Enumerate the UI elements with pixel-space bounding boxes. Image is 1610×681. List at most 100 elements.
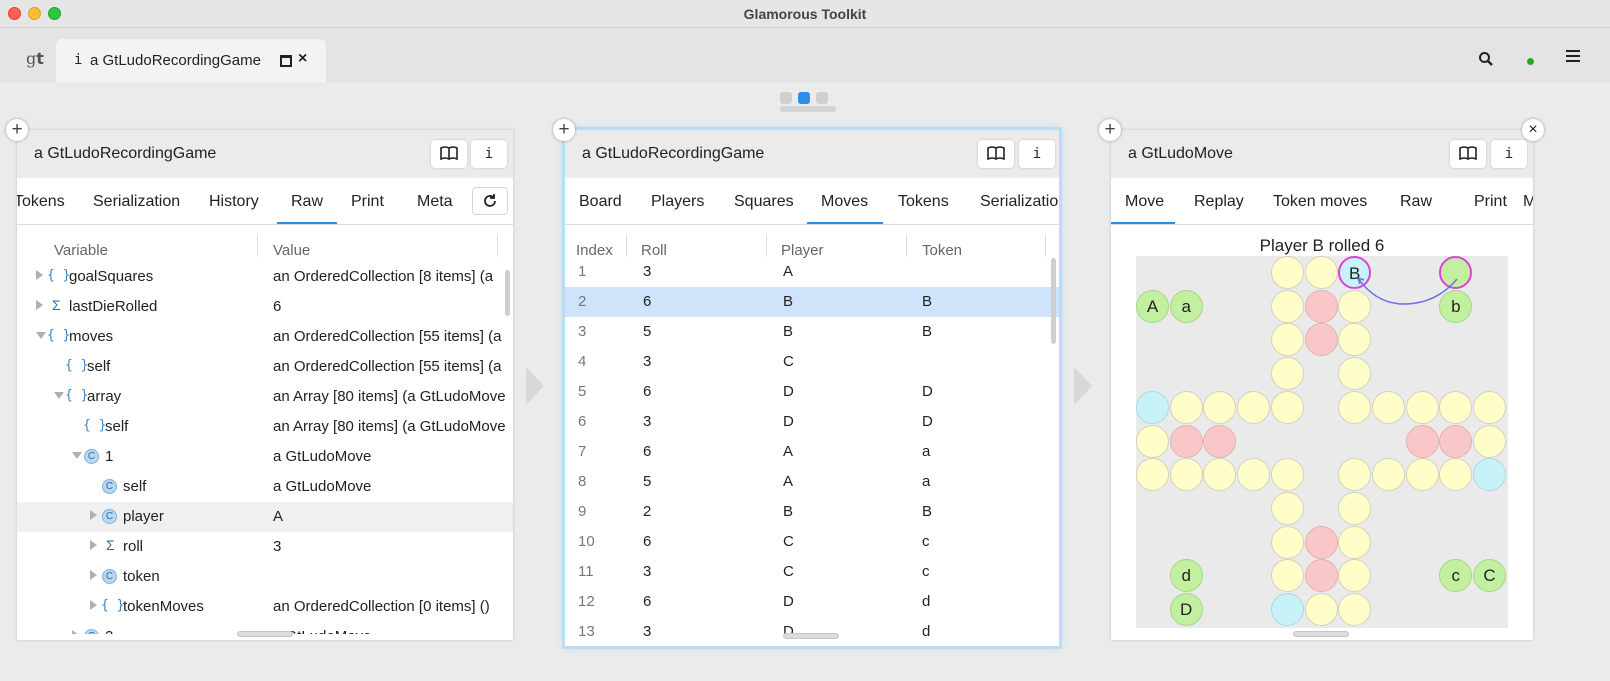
table-row[interactable]: 6 3 D D — [565, 407, 1059, 437]
table-row[interactable]: 3 5 B B — [565, 317, 1059, 347]
expand-icon[interactable] — [90, 600, 97, 610]
tree-row[interactable]: Ctoken — [17, 562, 513, 592]
horizontal-scrollbar[interactable] — [783, 633, 839, 639]
table-row[interactable]: 1 3 A — [565, 257, 1059, 287]
horizontal-scrollbar[interactable] — [237, 631, 293, 637]
column-separator[interactable] — [257, 235, 258, 257]
board-square — [1270, 593, 1304, 626]
collapse-icon[interactable] — [36, 332, 46, 339]
book-icon[interactable] — [978, 140, 1014, 168]
tab-print[interactable]: Print — [1474, 193, 1507, 211]
add-pane-button[interactable]: + — [1099, 119, 1121, 141]
table-row[interactable]: 11 3 Cc — [565, 557, 1059, 587]
add-pane-button[interactable]: + — [6, 119, 28, 141]
move-player: A — [783, 263, 794, 280]
column-separator[interactable] — [1045, 235, 1046, 257]
tab-move[interactable]: Move — [1125, 193, 1164, 211]
table-row[interactable]: 12 6 Dd — [565, 587, 1059, 617]
vertical-scrollbar[interactable] — [1051, 258, 1056, 344]
pager-dot[interactable] — [780, 92, 792, 104]
column-separator[interactable] — [906, 235, 907, 257]
column-separator[interactable] — [497, 235, 498, 257]
horizontal-scrollbar[interactable] — [1293, 631, 1349, 637]
variable-value: an OrderedCollection [55 items] (a — [273, 328, 502, 345]
board-square — [1439, 256, 1473, 289]
tab-raw[interactable]: Raw — [1400, 193, 1432, 211]
expand-icon[interactable] — [90, 510, 97, 520]
move-token: d — [922, 623, 931, 638]
tab-tokens[interactable]: Tokens — [898, 193, 949, 211]
tree-row[interactable]: Cself a GtLudoMove — [17, 472, 513, 502]
move-index: 8 — [578, 473, 587, 490]
tree-row[interactable]: { } moves an OrderedCollection [55 items] … — [17, 322, 513, 352]
tree-row[interactable]: { } array an Array [80 items] (a GtLudoMov… — [17, 382, 513, 412]
column-separator[interactable] — [626, 235, 627, 257]
expand-icon[interactable] — [90, 540, 97, 550]
search-icon[interactable] — [1478, 51, 1494, 72]
tab-history[interactable]: History — [209, 193, 259, 211]
tab-serialization[interactable]: Serialization — [93, 193, 180, 211]
table-row[interactable]: 7 6 Aa — [565, 437, 1059, 467]
board-square — [1338, 357, 1372, 391]
tab-print[interactable]: Print — [351, 193, 384, 211]
table-row[interactable]: 8 5 Aa — [565, 467, 1059, 497]
tab-token-moves[interactable]: Token moves — [1273, 193, 1367, 211]
table-row[interactable]: 10 6 Cc — [565, 527, 1059, 557]
tab-serialization[interactable]: Serialization — [980, 193, 1059, 211]
tab-raw[interactable]: Raw — [291, 193, 323, 211]
token-d: d — [1169, 559, 1203, 593]
tab-m[interactable]: M — [1523, 193, 1533, 211]
close-tab-icon[interactable]: × — [298, 50, 307, 68]
menu-icon[interactable] — [1566, 50, 1580, 65]
tab-tokens[interactable]: Tokens — [17, 193, 65, 211]
tree-row[interactable]: { } self an Array [80 items] (a GtLudoMove — [17, 412, 513, 442]
tree-row[interactable]: ΣlastDieRolled 6 — [17, 292, 513, 322]
add-pane-button[interactable]: + — [553, 119, 575, 141]
column-separator[interactable] — [766, 235, 767, 257]
object-icon: { } — [83, 418, 107, 433]
pager-dot-active[interactable] — [798, 92, 810, 104]
tab-board[interactable]: Board — [579, 193, 622, 211]
tree-row[interactable]: Σroll 3 — [17, 532, 513, 562]
table-row[interactable]: 5 6 D D — [565, 377, 1059, 407]
tab-replay[interactable]: Replay — [1194, 193, 1244, 211]
refresh-button[interactable] — [472, 187, 508, 215]
tab-players[interactable]: Players — [651, 193, 704, 211]
expand-icon[interactable] — [36, 300, 43, 310]
pager-dot[interactable] — [816, 92, 828, 104]
move-player: A — [783, 443, 794, 460]
vertical-scrollbar[interactable] — [505, 270, 510, 316]
variable-value: A — [273, 508, 284, 525]
expand-icon[interactable] — [36, 270, 43, 280]
board-square — [1270, 491, 1304, 525]
document-tab[interactable]: i a GtLudoRecordingGame × — [56, 39, 326, 82]
info-button[interactable]: i — [1019, 140, 1055, 168]
table-row[interactable]: 4 3 C — [565, 347, 1059, 377]
expand-icon[interactable] — [90, 570, 97, 580]
tab-moves[interactable]: Moves — [821, 193, 868, 211]
table-row[interactable]: 2 6 B B — [565, 287, 1059, 317]
tree-row[interactable]: { } goalSquares an OrderedCollection [8 it… — [17, 262, 513, 292]
variable-name: tokenMoves — [123, 598, 204, 615]
board-square — [1371, 458, 1405, 492]
collapse-icon[interactable] — [72, 452, 82, 459]
tree-row[interactable]: Cplayer A — [17, 502, 513, 532]
gt-logo[interactable]: gt — [26, 49, 44, 68]
close-pane-button[interactable]: × — [1522, 119, 1544, 141]
tab-squares[interactable]: Squares — [734, 193, 794, 211]
info-button[interactable]: i — [1491, 140, 1527, 168]
maximize-icon[interactable] — [280, 55, 292, 67]
collapse-icon[interactable] — [54, 392, 64, 399]
tree-row[interactable]: { } tokenMoves an OrderedCollection [0 ite… — [17, 592, 513, 622]
tab-meta[interactable]: Meta — [417, 193, 453, 211]
info-button[interactable]: i — [471, 140, 507, 168]
expand-icon[interactable] — [72, 630, 79, 634]
tree-row[interactable]: C1 a GtLudoMove — [17, 442, 513, 472]
pager-scrollbar[interactable] — [780, 106, 836, 112]
board-square — [1270, 256, 1304, 289]
tree-row[interactable]: { } self an OrderedCollection [55 items] (… — [17, 352, 513, 382]
book-icon[interactable] — [431, 140, 467, 168]
move-roll: 3 — [643, 623, 652, 638]
table-row[interactable]: 9 2 B B — [565, 497, 1059, 527]
book-icon[interactable] — [1450, 140, 1486, 168]
